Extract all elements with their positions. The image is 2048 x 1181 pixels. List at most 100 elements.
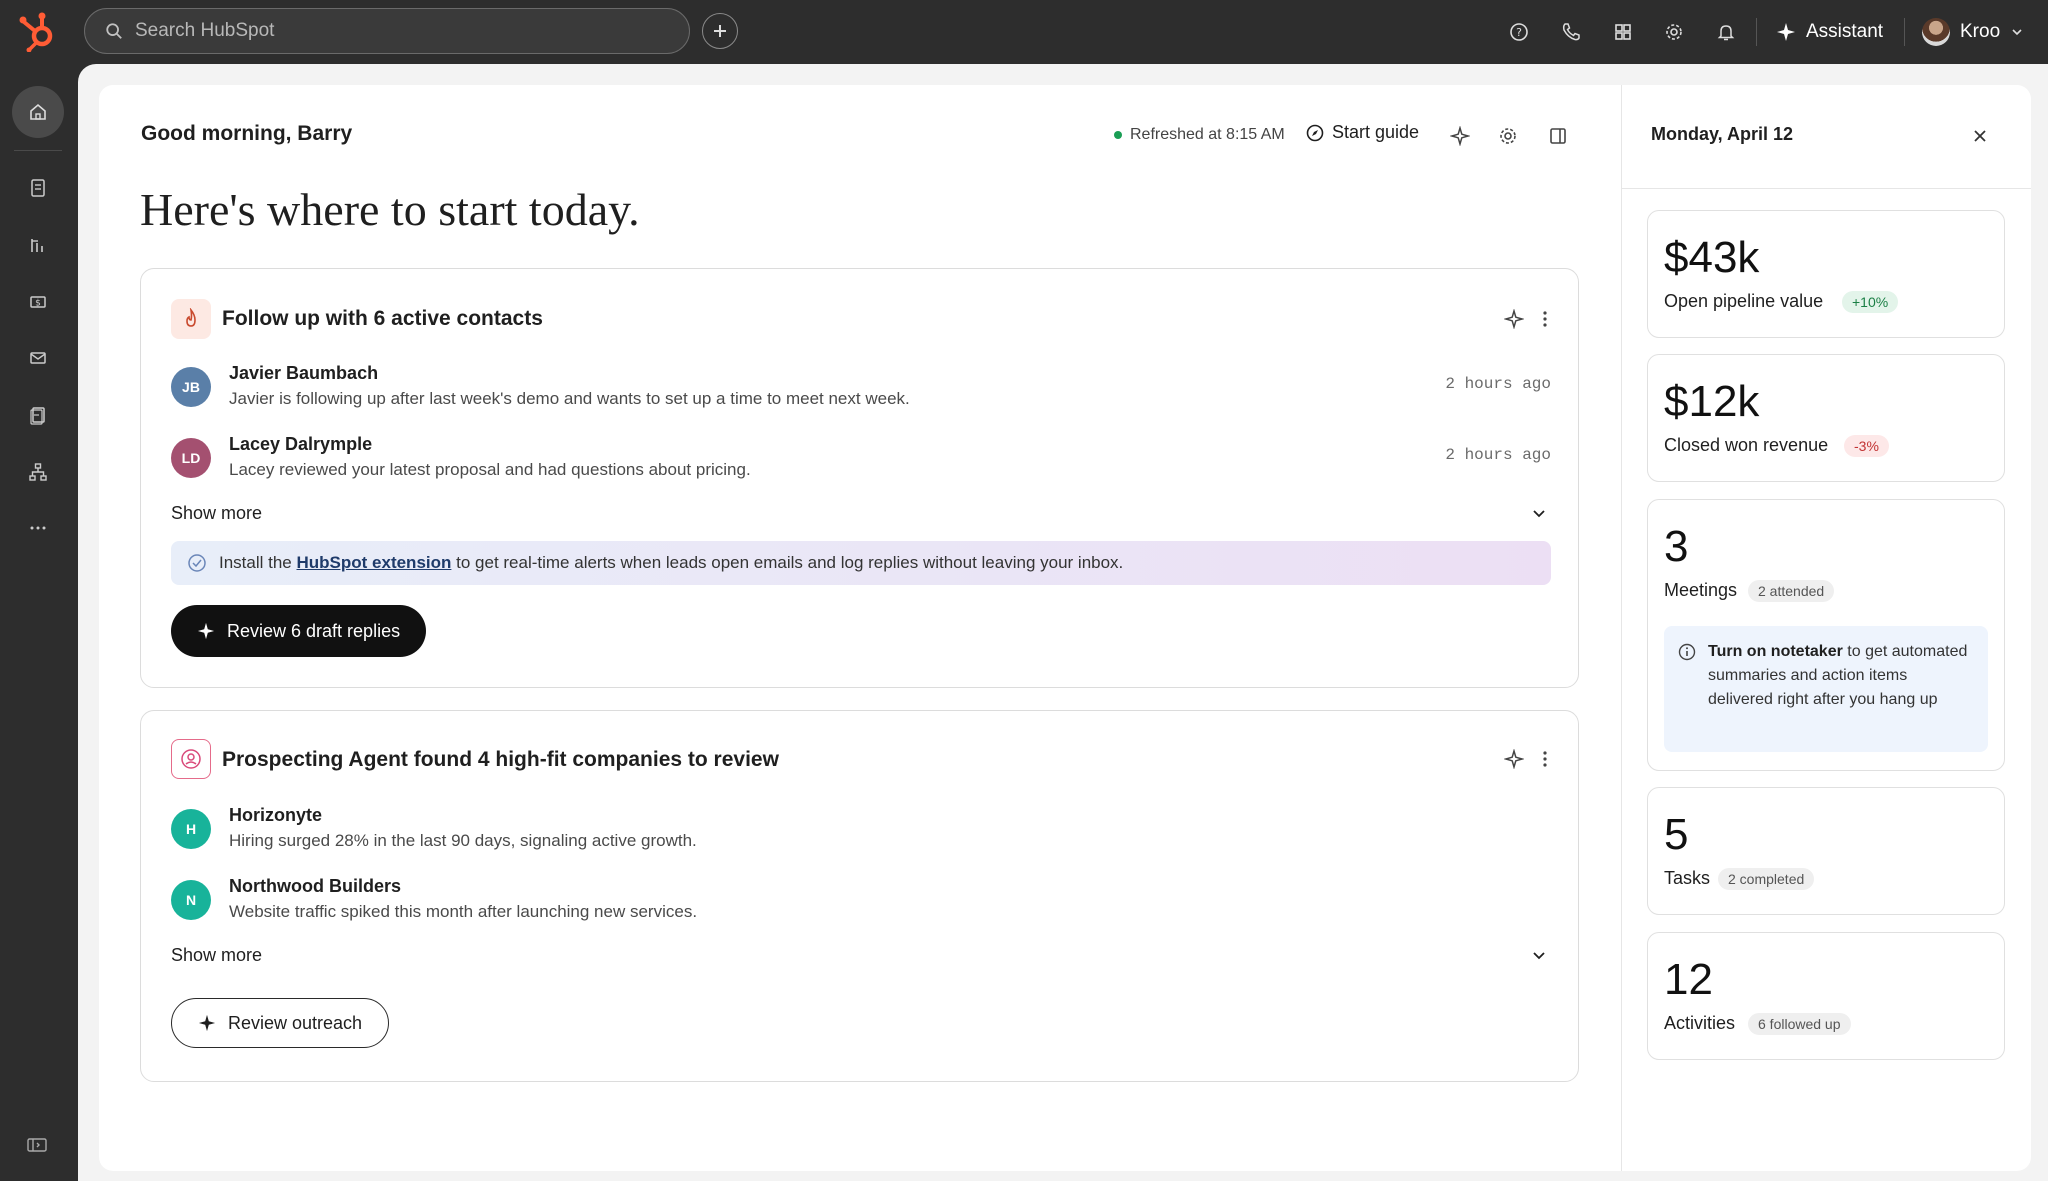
hubspot-extension-link[interactable]: HubSpot extension	[297, 553, 452, 572]
nav-home[interactable]	[12, 86, 64, 138]
more-horizontal-icon	[30, 526, 46, 530]
sparkle-icon	[1777, 23, 1795, 41]
metric-label: Activities	[1664, 1013, 1736, 1033]
metric-label: Meetings	[1664, 580, 1738, 600]
ai-sparkle-icon[interactable]	[1504, 749, 1524, 769]
metric-card-meetings[interactable]: 3 Meetings 2 attended Turn on notetaker …	[1647, 499, 2005, 771]
refresh-status: Refreshed at 8:15 AM	[1114, 126, 1285, 144]
notetaker-tip[interactable]: Turn on notetaker to get automated summa…	[1664, 626, 1988, 752]
search-input[interactable]: Search HubSpot	[84, 8, 690, 54]
search-placeholder: Search HubSpot	[135, 20, 275, 41]
kebab-menu-icon[interactable]	[1542, 749, 1548, 769]
company-description: Hiring surged 28% in the last 90 days, s…	[229, 831, 697, 850]
review-draft-replies-button[interactable]: Review 6 draft replies	[171, 605, 427, 657]
nav-reports[interactable]	[12, 219, 64, 271]
search-icon	[106, 23, 122, 39]
check-circle-icon	[188, 554, 206, 572]
greeting-text: Good morning, Barry	[141, 122, 353, 145]
contact-description: Javier is following up after last week's…	[229, 389, 910, 408]
company-name: Horizonyte	[229, 805, 323, 825]
start-guide-label: Start guide	[1332, 122, 1420, 142]
phone-icon[interactable]	[1558, 19, 1584, 45]
contacts-card-actions	[1504, 309, 1548, 329]
status-dot-icon	[1114, 131, 1122, 139]
sparkle-icon	[197, 622, 215, 640]
help-icon[interactable]: ?	[1506, 19, 1532, 45]
left-nav-rail: $	[0, 64, 78, 1181]
marketplace-icon[interactable]	[1610, 19, 1636, 45]
chevron-down-icon	[1533, 952, 1545, 960]
ai-sparkle-icon[interactable]	[1504, 309, 1524, 329]
review-outreach-label: Review outreach	[228, 1012, 363, 1033]
page-headline: Here's where to start today.	[140, 184, 640, 235]
metric-label: Open pipeline value	[1664, 291, 1824, 311]
svg-text:$: $	[35, 299, 41, 309]
contacts-card: Follow up with 6 active contacts JB Javi…	[140, 268, 1579, 688]
show-more-toggle[interactable]: Show more	[171, 503, 1551, 529]
metric-change-badge: -3%	[1844, 435, 1889, 457]
nav-content[interactable]	[12, 389, 64, 441]
assistant-label: Assistant	[1806, 21, 1884, 42]
nav-sales[interactable]: $	[12, 276, 64, 328]
company-avatar: H	[171, 809, 211, 849]
contacts-card-title: Follow up with 6 active contacts	[222, 307, 543, 330]
banner-text: Install the HubSpot extension to get rea…	[219, 553, 1123, 573]
user-avatar	[1922, 18, 1950, 46]
prospecting-card-actions	[1504, 749, 1548, 769]
workflow-icon	[29, 463, 47, 481]
company-row[interactable]: N Northwood Builders Website traffic spi…	[171, 876, 1551, 930]
close-icon[interactable]	[1970, 126, 1990, 146]
document-icon	[30, 407, 45, 425]
metric-card-tasks[interactable]: 5 Tasks 2 completed	[1647, 787, 2005, 915]
mail-icon	[30, 352, 46, 364]
refresh-status-text: Refreshed at 8:15 AM	[1130, 126, 1285, 143]
metric-count-badge: 2 attended	[1748, 580, 1835, 602]
assistant-button[interactable]: Assistant	[1776, 14, 1883, 50]
chevron-down-icon	[1533, 510, 1545, 518]
contact-row[interactable]: JB Javier Baumbach Javier is following u…	[171, 363, 1551, 417]
company-name: Northwood Builders	[229, 876, 401, 896]
show-more-toggle[interactable]: Show more	[171, 945, 1551, 971]
banner-text-pre: Install the	[219, 553, 297, 572]
review-outreach-button[interactable]: Review outreach	[171, 998, 390, 1048]
metric-card-revenue[interactable]: $12k Closed won revenue -3%	[1647, 354, 2005, 482]
ai-sparkle-icon[interactable]	[1448, 124, 1472, 148]
prospecting-card-title: Prospecting Agent found 4 high-fit compa…	[222, 748, 779, 771]
create-button[interactable]	[702, 13, 738, 49]
metric-change-badge: +10%	[1842, 291, 1899, 313]
start-guide-button[interactable]: Start guide	[1306, 122, 1419, 143]
prospecting-card: Prospecting Agent found 4 high-fit compa…	[140, 710, 1579, 1082]
user-name: Kroo	[1960, 21, 2001, 42]
settings-gear-icon[interactable]	[1661, 19, 1687, 45]
nav-more[interactable]	[12, 502, 64, 554]
contact-row[interactable]: LD Lacey Dalrymple Lacey reviewed your l…	[171, 434, 1551, 488]
hubspot-logo-icon[interactable]	[18, 10, 58, 53]
metric-card-activities[interactable]: 12 Activities 6 followed up	[1647, 932, 2005, 1060]
extension-banner: Install the HubSpot extension to get rea…	[171, 541, 1551, 585]
nav-automation[interactable]	[12, 446, 64, 498]
home-icon	[30, 103, 46, 120]
user-menu[interactable]: Kroo	[1922, 14, 2024, 50]
metric-count-badge: 6 followed up	[1748, 1013, 1851, 1035]
metric-card-pipeline[interactable]: $43k Open pipeline value +10%	[1647, 210, 2005, 338]
bar-chart-icon	[31, 239, 43, 252]
side-panel-date: Monday, April 12	[1651, 124, 1794, 144]
contact-timestamp: 2 hours ago	[1445, 446, 1551, 464]
page-settings-gear-icon[interactable]	[1496, 124, 1520, 148]
toggle-panel-icon[interactable]	[1546, 124, 1570, 148]
dollar-icon: $	[30, 296, 46, 309]
kebab-menu-icon[interactable]	[1542, 309, 1548, 329]
metric-label: Tasks	[1664, 868, 1711, 888]
review-draft-replies-label: Review 6 draft replies	[227, 620, 401, 641]
topbar-divider	[1756, 18, 1757, 46]
chevron-down-icon	[2012, 29, 2022, 36]
metric-value: $43k	[1664, 233, 1760, 282]
notifications-bell-icon[interactable]	[1713, 19, 1739, 45]
expand-sidebar-icon[interactable]	[26, 1136, 48, 1154]
compass-icon	[1306, 124, 1324, 141]
nav-inbox[interactable]	[12, 332, 64, 384]
nav-contacts[interactable]	[12, 162, 64, 214]
contacts-book-icon	[31, 179, 45, 197]
metric-value: 12	[1664, 955, 1713, 1004]
company-row[interactable]: H Horizonyte Hiring surged 28% in the la…	[171, 805, 1551, 859]
